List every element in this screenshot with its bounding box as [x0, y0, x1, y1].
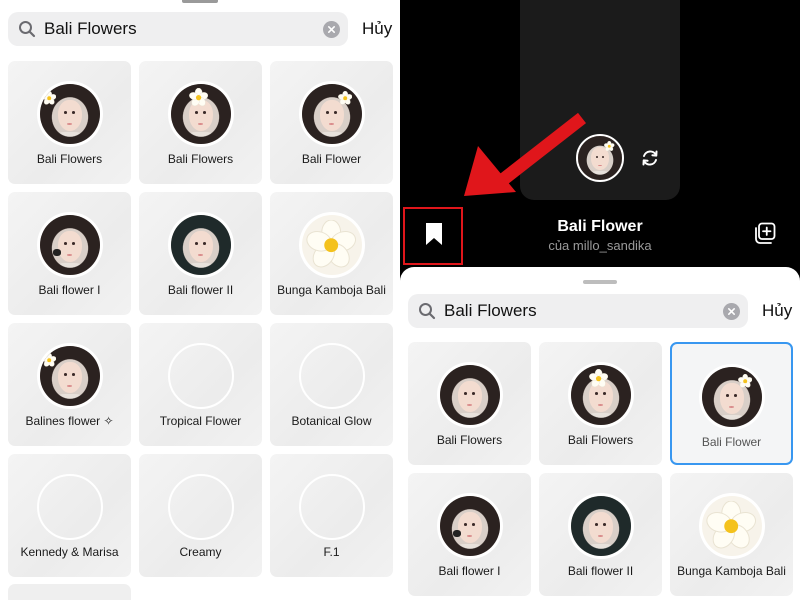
sheet-drag-handle[interactable] [583, 280, 617, 284]
effect-thumbnail [298, 474, 365, 540]
frangipani-icon [306, 219, 357, 270]
effect-thumbnail [298, 212, 365, 278]
effect-label: Creamy [179, 545, 222, 559]
effect-tile[interactable]: Tropical Flower [139, 323, 262, 446]
gallery-plus-icon[interactable] [754, 222, 776, 244]
effect-thumbnail [436, 493, 503, 559]
effect-label: Bali flower I [38, 283, 101, 297]
search-field[interactable]: Bali Flowers [408, 294, 748, 328]
flower-icon [337, 91, 352, 105]
effect-title: Bali Flower [557, 218, 643, 235]
effect-tile[interactable]: Balines flower ✧ [8, 323, 131, 446]
effect-thumbnail [436, 362, 503, 428]
effect-label: Bali flower I [438, 564, 501, 578]
effect-thumbnail [167, 81, 234, 147]
effect-tile[interactable]: Botanical Glow [270, 323, 393, 446]
clear-search-icon[interactable] [723, 302, 740, 320]
effect-label: Bali Flower [701, 435, 762, 449]
effect-thumbnail [567, 362, 634, 428]
effect-tile[interactable]: Bali flower I [408, 473, 531, 596]
search-bar: Bali Flowers Hủy [408, 293, 796, 329]
search-icon [18, 20, 36, 38]
left-effect-browser: Bali Flowers Hủy Bali Flowers Bali Flower… [0, 0, 400, 600]
effects-grid: Bali Flowers Bali Flowers Bali Flower Bali … [408, 342, 793, 596]
effect-label: Tropical Flower [159, 414, 242, 428]
effect-tile[interactable]: Bali Flower [670, 342, 793, 465]
effect-tile[interactable]: Bali flower I [8, 192, 131, 315]
effect-tile[interactable]: Bali Flower [270, 61, 393, 184]
effect-label: Bunga Kamboja Bali [277, 283, 386, 297]
flower-icon [737, 374, 752, 388]
effect-thumbnail [698, 493, 765, 559]
effect-tile[interactable]: Bali Flowers [539, 342, 662, 465]
effect-thumbnail [567, 493, 634, 559]
flip-camera-icon[interactable] [640, 148, 660, 168]
effect-thumbnail [36, 81, 103, 147]
frangipani-icon [706, 500, 757, 551]
effect-thumbnail [36, 343, 103, 409]
effect-tile[interactable]: Bunga Kamboja Bali [670, 473, 793, 596]
effect-thumbnail [36, 474, 103, 540]
effect-author[interactable]: của millo_sandika [500, 238, 700, 253]
effects-sheet: Bali Flowers Hủy Bali Flowers Bali Flower… [400, 267, 800, 600]
effect-label: Bali flower II [167, 283, 234, 297]
flower-icon [604, 141, 615, 152]
effect-tile-partial[interactable] [8, 584, 131, 600]
search-icon [418, 302, 436, 320]
search-field[interactable]: Bali Flowers [8, 12, 348, 46]
effect-label: Bali flower II [567, 564, 634, 578]
search-input[interactable]: Bali Flowers [436, 301, 723, 321]
effect-label: Bali Flowers [436, 433, 503, 447]
cancel-button[interactable]: Hủy [348, 19, 396, 39]
search-input[interactable]: Bali Flowers [36, 19, 323, 39]
cancel-button[interactable]: Hủy [748, 301, 796, 321]
effect-thumbnail [167, 343, 234, 409]
effect-tile[interactable]: Bali Flowers [8, 61, 131, 184]
effect-label: Balines flower ✧ [25, 414, 114, 428]
right-camera-view: Bali Flower của millo_sandika Bali Flowe… [400, 0, 800, 600]
effect-label: Bali Flower [301, 152, 362, 166]
flower-icon [188, 87, 208, 107]
effect-thumbnail [36, 212, 103, 278]
effect-tile[interactable]: Bali Flowers [139, 61, 262, 184]
effect-tile[interactable]: Bali flower II [539, 473, 662, 596]
search-bar: Bali Flowers Hủy [8, 11, 396, 47]
effect-tile[interactable]: Bunga Kamboja Bali [270, 192, 393, 315]
effect-label: F.1 [323, 545, 340, 559]
flower-icon [41, 353, 57, 367]
flower-icon [588, 368, 608, 388]
bookmark-icon[interactable] [424, 222, 444, 246]
effect-label: Bali Flowers [567, 433, 634, 447]
effect-thumbnail [167, 212, 234, 278]
effect-tile[interactable]: Creamy [139, 454, 262, 577]
effect-tile[interactable]: Bali flower II [139, 192, 262, 315]
effect-label: Kennedy & Marisa [20, 545, 119, 559]
effect-tile[interactable]: F.1 [270, 454, 393, 577]
effect-label: Bali Flowers [36, 152, 103, 166]
drag-handle[interactable] [182, 0, 218, 3]
flower-icon [41, 91, 57, 105]
effect-tile[interactable]: Bali Flowers [408, 342, 531, 465]
red-arrow-annotation [460, 110, 590, 210]
effect-thumbnail [698, 364, 765, 430]
effect-thumbnail [298, 81, 365, 147]
clear-search-icon[interactable] [323, 20, 340, 38]
effect-label: Bali Flowers [167, 152, 234, 166]
effects-grid: Bali Flowers Bali Flowers Bali Flower Bali … [8, 61, 393, 577]
effect-tile[interactable]: Kennedy & Marisa [8, 454, 131, 577]
effect-thumbnail [298, 343, 365, 409]
effect-thumbnail [167, 474, 234, 540]
effect-label: Bunga Kamboja Bali [677, 564, 786, 578]
effect-label: Botanical Glow [291, 414, 372, 428]
